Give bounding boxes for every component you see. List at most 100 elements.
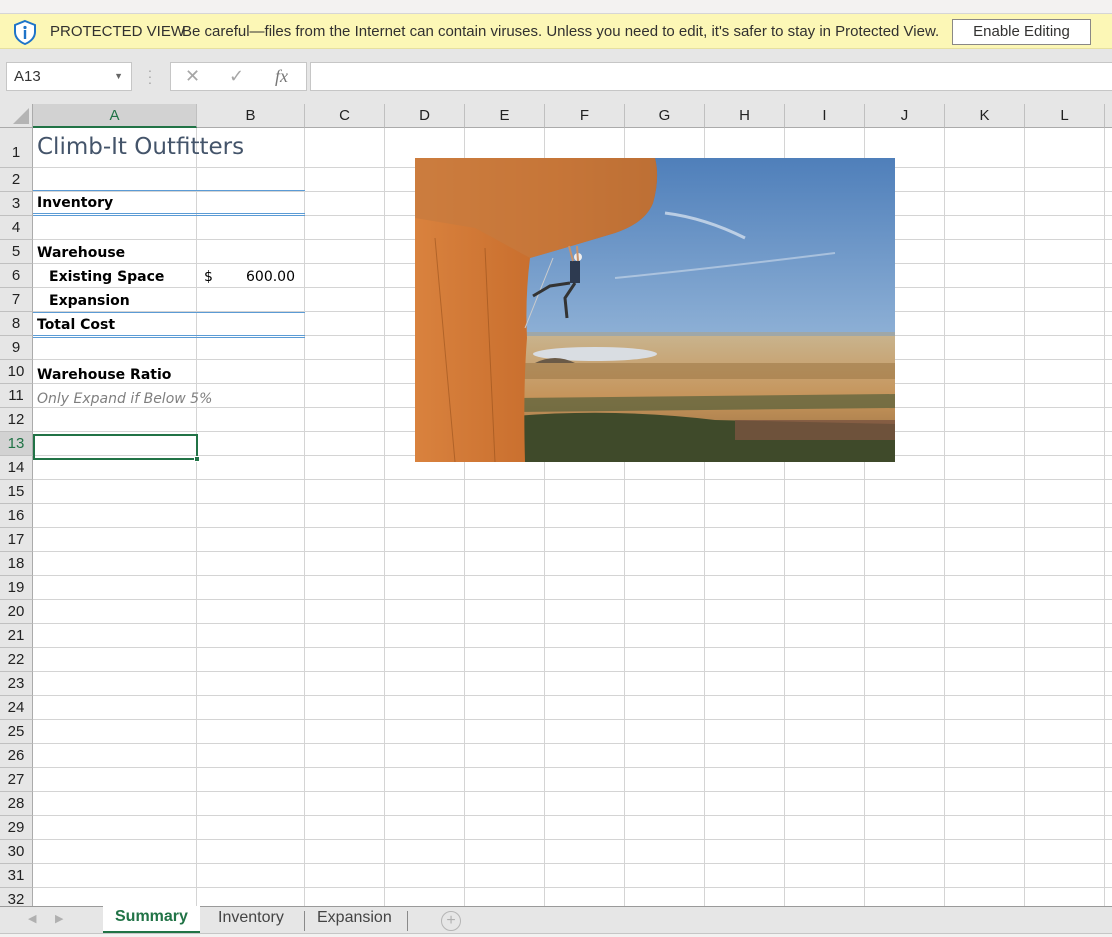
active-cell-a13[interactable] (33, 434, 198, 460)
row-header-11[interactable]: 11 (0, 384, 33, 408)
drag-handle-icon[interactable]: · · · (147, 63, 153, 89)
tab-separator (407, 911, 408, 931)
climber-photo-image (415, 158, 895, 462)
row-header-1[interactable]: 1 (0, 128, 33, 168)
fill-handle[interactable] (194, 456, 200, 462)
row-header-25[interactable]: 25 (0, 720, 33, 744)
row-header-22[interactable]: 22 (0, 648, 33, 672)
row-header-17[interactable]: 17 (0, 528, 33, 552)
row-header-24[interactable]: 24 (0, 696, 33, 720)
row-header-10[interactable]: 10 (0, 360, 33, 384)
row-header-30[interactable]: 30 (0, 840, 33, 864)
row-header-5[interactable]: 5 (0, 240, 33, 264)
column-header-j[interactable]: J (865, 104, 945, 128)
sheet-tab-inventory[interactable]: Inventory (206, 907, 296, 934)
column-header-d[interactable]: D (385, 104, 465, 128)
scroll-tabs-left-icon[interactable]: ◀ (28, 912, 36, 925)
column-header-g[interactable]: G (625, 104, 705, 128)
row-header-13[interactable]: 13 (0, 432, 33, 456)
cell-a1-title[interactable]: Climb-It Outfitters (37, 134, 244, 160)
row-header-21[interactable]: 21 (0, 624, 33, 648)
row-header-3[interactable]: 3 (0, 192, 33, 216)
cell-a6[interactable]: Existing Space (49, 269, 164, 285)
gridline (33, 647, 1112, 648)
row-header-27[interactable]: 27 (0, 768, 33, 792)
cell-a8[interactable]: Total Cost (37, 317, 115, 333)
row-header-20[interactable]: 20 (0, 600, 33, 624)
gridline (33, 863, 1112, 864)
formula-buttons: ✕ ✓ fx (170, 62, 307, 91)
sheet-tab-summary[interactable]: Summary (103, 906, 200, 933)
gridline (33, 599, 1112, 600)
total-cost-bottom-border-1 (33, 335, 305, 336)
formula-bar: A13 ▼ · · · ✕ ✓ fx (0, 49, 1112, 104)
row-header-4[interactable]: 4 (0, 216, 33, 240)
column-header-m[interactable] (1105, 104, 1112, 128)
row-header-26[interactable]: 26 (0, 744, 33, 768)
row-header-12[interactable]: 12 (0, 408, 33, 432)
gridline (33, 551, 1112, 552)
cell-a11[interactable]: Only Expand if Below 5% (37, 391, 212, 407)
spreadsheet-grid[interactable]: A B C D E F G H I J K L 1 2 3 4 5 6 7 8 9 10 11 12 1… (0, 104, 1112, 906)
gridline (33, 719, 1112, 720)
row-header-9[interactable]: 9 (0, 336, 33, 360)
row-header-31[interactable]: 31 (0, 864, 33, 888)
column-header-h[interactable]: H (705, 104, 785, 128)
formula-input[interactable] (310, 62, 1112, 91)
row-header-32[interactable]: 32 (0, 888, 33, 906)
gridline (33, 575, 1112, 576)
row-header-23[interactable]: 23 (0, 672, 33, 696)
gridline (33, 623, 1112, 624)
row-header-6[interactable]: 6 (0, 264, 33, 288)
protected-view-title: PROTECTED VIEW (50, 23, 186, 40)
protected-view-bar: PROTECTED VIEW Be careful—files from the… (0, 14, 1112, 49)
row-header-16[interactable]: 16 (0, 504, 33, 528)
cell-a3[interactable]: Inventory (37, 195, 113, 211)
cell-b6-currency[interactable]: $ (204, 269, 213, 285)
cell-b6-value[interactable]: 600.00 (246, 269, 295, 285)
gridline (33, 479, 1112, 480)
gridline (33, 767, 1112, 768)
gridline (33, 743, 1112, 744)
row-header-29[interactable]: 29 (0, 816, 33, 840)
climber-photo[interactable] (415, 158, 895, 462)
gridline (33, 695, 1112, 696)
row-header-2[interactable]: 2 (0, 168, 33, 192)
row-header-8[interactable]: 8 (0, 312, 33, 336)
column-header-f[interactable]: F (545, 104, 625, 128)
inventory-bottom-border-1 (33, 213, 305, 214)
shield-info-icon (14, 19, 36, 45)
row-header-7[interactable]: 7 (0, 288, 33, 312)
row-header-28[interactable]: 28 (0, 792, 33, 816)
sheet-tab-expansion[interactable]: Expansion (305, 907, 404, 934)
gridline (33, 503, 1112, 504)
select-all-button[interactable] (0, 104, 33, 128)
name-box-value: A13 (14, 68, 41, 85)
column-header-b[interactable]: B (197, 104, 305, 128)
insert-function-icon[interactable]: fx (275, 66, 288, 87)
row-header-15[interactable]: 15 (0, 480, 33, 504)
enable-editing-button[interactable]: Enable Editing (952, 19, 1091, 45)
add-sheet-icon[interactable]: + (441, 911, 461, 931)
window-title-strip (0, 0, 1112, 14)
cancel-icon[interactable]: ✕ (185, 66, 200, 87)
total-cost-top-border (33, 312, 305, 313)
row-header-14[interactable]: 14 (0, 456, 33, 480)
column-header-l[interactable]: L (1025, 104, 1105, 128)
column-header-i[interactable]: I (785, 104, 865, 128)
gridline (33, 671, 1112, 672)
cell-a7[interactable]: Expansion (49, 293, 130, 309)
column-header-a[interactable]: A (33, 104, 197, 128)
column-header-k[interactable]: K (945, 104, 1025, 128)
scroll-tabs-right-icon[interactable]: ▶ (55, 912, 63, 925)
cell-a10[interactable]: Warehouse Ratio (37, 367, 171, 383)
row-header-19[interactable]: 19 (0, 576, 33, 600)
column-header-c[interactable]: C (305, 104, 385, 128)
chevron-down-icon[interactable]: ▼ (114, 63, 123, 90)
cell-a5[interactable]: Warehouse (37, 245, 125, 261)
name-box[interactable]: A13 ▼ (6, 62, 132, 91)
enter-icon[interactable]: ✓ (229, 66, 244, 87)
column-header-e[interactable]: E (465, 104, 545, 128)
sheet-tab-bar: ◀ ▶ Summary Inventory Expansion + (0, 906, 1112, 934)
row-header-18[interactable]: 18 (0, 552, 33, 576)
